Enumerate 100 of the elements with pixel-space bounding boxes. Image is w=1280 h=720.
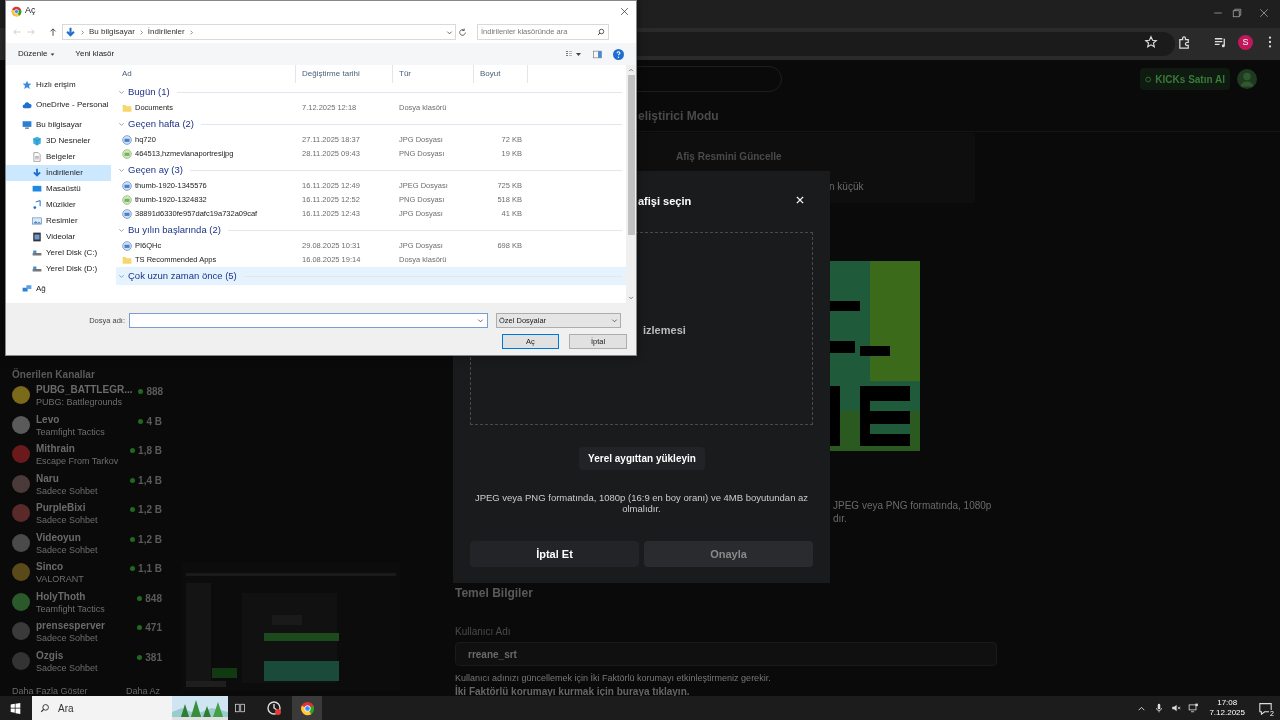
channel-category: Sadece Sohbet: [36, 632, 99, 644]
avatar-icon[interactable]: [1237, 69, 1257, 89]
music-icon: [32, 200, 42, 210]
star-icon: [22, 80, 32, 90]
channel-name[interactable]: Mithrain: [36, 443, 125, 455]
viewer-count: 888: [146, 385, 164, 399]
dropdown-icon[interactable]: [446, 28, 453, 36]
group-header[interactable]: Bu yılın başlarında (2): [116, 221, 626, 239]
chevron-icon: [118, 226, 125, 234]
download-icon: [65, 26, 76, 38]
chevron-icon: [118, 166, 125, 174]
column-header[interactable]: Tür: [393, 65, 474, 83]
disk-icon: [32, 264, 42, 274]
upload-button[interactable]: Yerel aygıttan yükleyin: [579, 447, 705, 470]
windows-icon[interactable]: [10, 702, 21, 714]
channel-name[interactable]: PUBG_BATTLEGR...: [36, 384, 133, 396]
column-header[interactable]: Boyut: [474, 65, 528, 83]
nav-item[interactable]: OneDrive - Personal: [6, 97, 111, 113]
star-icon[interactable]: [1144, 35, 1158, 49]
channel-name[interactable]: Levo: [36, 413, 133, 426]
show-more-link[interactable]: Daha Fazla Göster: [12, 685, 88, 699]
channel-name[interactable]: HolyThoth: [36, 590, 132, 603]
nav-item[interactable]: İndirilenler: [6, 165, 111, 181]
viewer-count: 381: [145, 650, 162, 665]
microphone-icon[interactable]: [1154, 703, 1165, 713]
preview-pane-icon[interactable]: [592, 49, 603, 59]
nav-item[interactable]: Resimler: [6, 213, 111, 229]
nav-item[interactable]: Yerel Disk (D:): [6, 261, 111, 277]
app-icon[interactable]: [266, 700, 282, 716]
refresh-icon[interactable]: [458, 27, 467, 37]
dropdown-icon: [611, 317, 618, 324]
taskbar-app-button[interactable]: [292, 696, 322, 720]
search-icon: [40, 703, 50, 713]
column-header[interactable]: Değiştirme tarihi: [296, 65, 393, 83]
nav-item[interactable]: Bu bilgisayar: [6, 117, 111, 133]
media-control-icon[interactable]: [1213, 35, 1228, 50]
chevron-icon: [118, 120, 125, 128]
notification-icon[interactable]: [1259, 701, 1272, 715]
scrollbar[interactable]: [626, 65, 636, 303]
channel-category: Teamfight Tactics: [36, 425, 106, 438]
nav-item[interactable]: 3D Nesneler: [6, 133, 111, 149]
network-icon: [22, 284, 32, 294]
search-field[interactable]: Ara: [32, 696, 228, 720]
group-header[interactable]: Geçen ay (3): [116, 161, 626, 179]
channel-name[interactable]: Sinco: [36, 561, 125, 573]
viewer-count: 4 B: [146, 414, 162, 429]
username-field[interactable]: rreane_srt: [455, 642, 997, 666]
channel-name[interactable]: Videoyun: [36, 531, 125, 544]
nav-item[interactable]: Masaüstü: [6, 181, 111, 197]
channel-category: VALORANT: [36, 573, 85, 585]
filename-field[interactable]: [129, 313, 488, 328]
chevron-icon: [118, 88, 125, 96]
task-view-icon[interactable]: [234, 702, 246, 714]
channel-name[interactable]: Ozgis: [36, 649, 132, 662]
up-icon[interactable]: [48, 27, 58, 37]
section-title: eliştirici Modu: [638, 108, 719, 125]
caret-icon: [50, 51, 56, 57]
organize-menu[interactable]: Düzenle: [18, 48, 56, 60]
network-icon[interactable]: [1188, 703, 1200, 713]
scroll-thumb[interactable]: [627, 75, 635, 235]
breadcrumb[interactable]: İndirilenler: [147, 26, 185, 38]
channel-category: Sadece Sohbet: [36, 514, 99, 526]
channel-name[interactable]: Naru: [36, 472, 125, 485]
pc-icon: [22, 120, 32, 130]
section-title: Temel Bilgiler: [455, 585, 533, 602]
help-icon[interactable]: [613, 48, 624, 60]
group-header[interactable]: Bugün (1): [116, 83, 626, 101]
group-header[interactable]: Çok uzun zaman önce (5): [116, 267, 626, 285]
puzzle-icon[interactable]: [1177, 35, 1192, 50]
breadcrumb[interactable]: Bu bilgisayar: [89, 26, 135, 38]
image-file-icon: [122, 135, 132, 145]
view-icon[interactable]: [566, 50, 582, 58]
new-folder-button[interactable]: Yeni klasör: [75, 48, 115, 60]
column-header[interactable]: Ad: [116, 65, 296, 83]
viewer-count: 1,1 B: [138, 562, 162, 576]
image-file-icon: [122, 195, 132, 205]
search-input[interactable]: Ara: [58, 700, 158, 716]
channel-category: Teamfight Tactics: [36, 602, 106, 615]
format-note: JPEG veya PNG formatında, 1080p (16:9 en boy oranı) ve 4MB boyutundan az olmalıdır.: [473, 492, 810, 516]
group-header[interactable]: Geçen hafta (2): [116, 115, 626, 133]
viewer-count: 848: [145, 591, 162, 606]
image-file-icon: [122, 149, 132, 159]
nav-item[interactable]: Videolar: [6, 229, 111, 245]
channel-name[interactable]: PurpleBixi: [36, 502, 125, 514]
clock[interactable]: 17:08 7.12.2025: [1209, 698, 1245, 718]
nav-item[interactable]: Hızlı erişim: [6, 77, 111, 93]
nav-item[interactable]: Yerel Disk (C:): [6, 245, 111, 261]
scroll-down-icon: [628, 295, 634, 301]
show-less-link[interactable]: Daha Az: [126, 685, 161, 699]
drop-text: izlemesi: [643, 323, 686, 338]
nav-item[interactable]: Ağ: [6, 281, 111, 297]
address-bar[interactable]: Bu bilgisayar İndirilenler: [62, 24, 456, 40]
muted-speaker-icon[interactable]: [1171, 703, 1182, 713]
cloud-icon: [22, 100, 32, 110]
viewer-count: 471: [145, 621, 162, 635]
channel-name[interactable]: prensesperver: [36, 620, 132, 632]
nav-item[interactable]: Müzikler: [6, 197, 111, 213]
viewer-count: 1,4 B: [138, 473, 162, 488]
nav-item[interactable]: Belgeler: [6, 149, 111, 165]
cancel-button[interactable]: İptal Et: [470, 541, 639, 567]
